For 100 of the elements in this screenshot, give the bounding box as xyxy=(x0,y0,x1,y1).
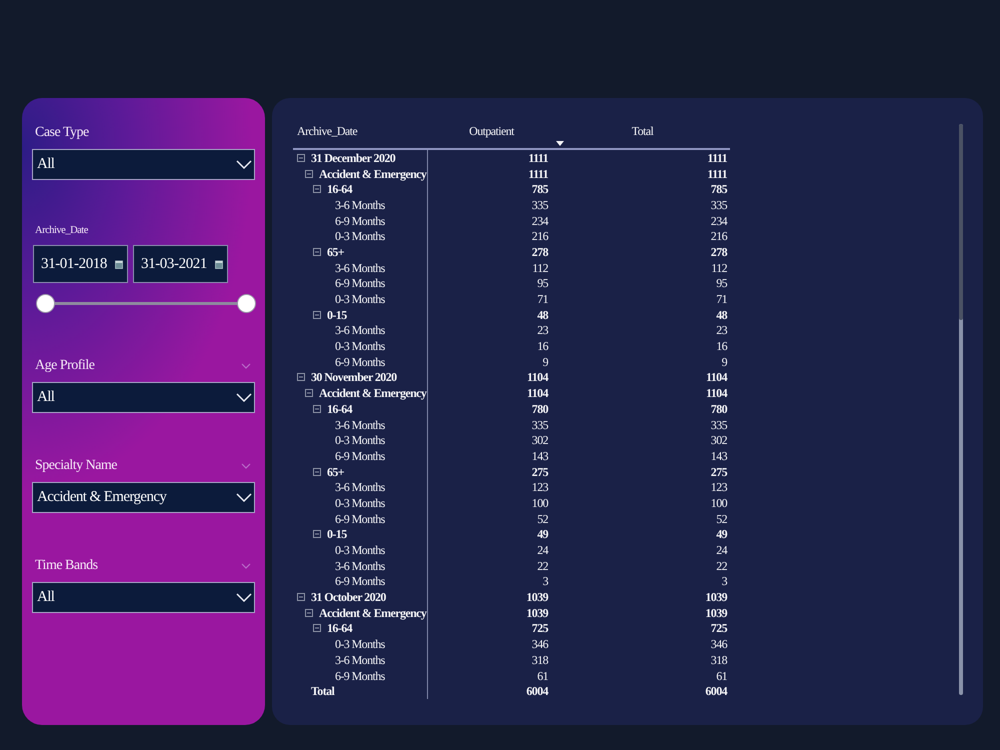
row-header: 30 November 2020 xyxy=(311,370,396,384)
table-cell: 1104 xyxy=(527,370,548,384)
collapse-icon[interactable] xyxy=(313,468,321,476)
table-cell: 785 xyxy=(710,182,727,196)
row-header: 6-9 Months xyxy=(335,448,385,463)
sort-descending-icon[interactable] xyxy=(556,141,564,146)
table-cell: 318 xyxy=(532,652,548,667)
table-cell: 725 xyxy=(710,621,727,636)
collapse-icon[interactable] xyxy=(305,170,313,178)
table-cell: 100 xyxy=(532,496,548,510)
total-label: Total xyxy=(311,684,334,698)
table-cell: 275 xyxy=(710,464,727,479)
table-cell: 234 xyxy=(710,214,727,228)
table-cell: 3 xyxy=(722,574,727,588)
chevron-down-icon xyxy=(236,493,252,502)
table-cell: 318 xyxy=(710,652,727,667)
table-cell: 22 xyxy=(537,558,548,573)
table-cell: 346 xyxy=(710,637,727,652)
row-header: 0-3 Months xyxy=(335,433,385,448)
table-cell: 780 xyxy=(710,402,727,416)
row-header: 16-64 xyxy=(327,182,352,196)
scrollbar-thumb[interactable] xyxy=(959,124,963,320)
collapse-icon[interactable] xyxy=(297,154,305,162)
calendar-icon[interactable] xyxy=(215,260,223,268)
table-cell: 61 xyxy=(537,668,548,683)
table-cell: 23 xyxy=(537,323,548,338)
table-cell: 16 xyxy=(537,339,548,354)
table-cell: 123 xyxy=(710,480,727,494)
collapse-icon[interactable] xyxy=(313,248,321,256)
column-header[interactable]: Total xyxy=(632,123,654,139)
total-cell: 6004 xyxy=(705,684,727,698)
row-header: 0-15 xyxy=(327,527,347,542)
select-dropdown[interactable]: All xyxy=(32,582,255,613)
row-header: 6-9 Months xyxy=(335,276,385,290)
slicer-label: Time Bands xyxy=(35,557,98,574)
calendar-icon[interactable] xyxy=(115,260,123,268)
collapse-icon[interactable] xyxy=(305,608,313,617)
row-header: 3-6 Months xyxy=(335,652,385,667)
table-cell: 24 xyxy=(716,543,727,558)
collapse-icon[interactable] xyxy=(313,624,321,632)
collapse-icon[interactable] xyxy=(297,373,305,382)
select-dropdown[interactable]: All xyxy=(32,382,255,413)
table-cell: 3 xyxy=(542,574,548,588)
row-header: 65+ xyxy=(327,244,344,259)
table-cell: 23 xyxy=(716,323,727,338)
select-dropdown[interactable]: All xyxy=(32,149,255,180)
table-cell: 1111 xyxy=(707,150,727,165)
table-cell: 48 xyxy=(537,308,548,322)
table-cell: 234 xyxy=(532,214,548,228)
row-header: 3-6 Months xyxy=(335,323,385,338)
collapse-icon[interactable] xyxy=(313,310,321,319)
row-header: Accident & Emergency xyxy=(319,606,426,620)
table-cell: 49 xyxy=(716,527,727,542)
table-cell: 278 xyxy=(532,244,548,259)
table-cell: 61 xyxy=(716,668,727,683)
column-header[interactable]: Outpatient xyxy=(469,123,514,139)
table-cell: 780 xyxy=(532,402,548,416)
select-dropdown[interactable]: Accident & Emergency xyxy=(32,482,255,513)
collapse-icon[interactable] xyxy=(297,593,305,602)
row-header: 3-6 Months xyxy=(335,558,385,573)
table-cell: 346 xyxy=(532,637,548,652)
row-header: 31 December 2020 xyxy=(311,150,396,165)
row-header: 6-9 Months xyxy=(335,214,385,228)
range-slider-track[interactable] xyxy=(36,294,256,313)
table-cell: 1039 xyxy=(705,590,727,604)
collapse-icon[interactable] xyxy=(313,185,321,194)
row-header: 0-3 Months xyxy=(335,292,385,306)
scrollbar[interactable] xyxy=(959,124,963,695)
collapse-icon[interactable] xyxy=(313,530,321,538)
total-cell: 6004 xyxy=(526,684,548,698)
table-cell: 112 xyxy=(711,260,727,275)
table-cell: 52 xyxy=(716,512,727,526)
table-cell: 16 xyxy=(716,339,727,354)
slicer-label: Age Profile xyxy=(35,357,94,374)
table-cell: 100 xyxy=(710,496,727,510)
table-cell: 335 xyxy=(710,418,727,432)
row-header: 16-64 xyxy=(327,402,352,416)
table-cell: 302 xyxy=(710,433,727,448)
slider-thumb[interactable] xyxy=(36,294,55,313)
collapse-icon[interactable] xyxy=(313,404,321,413)
row-header: 3-6 Months xyxy=(335,418,385,432)
table-cell: 1104 xyxy=(706,386,727,400)
date-field[interactable]: 31-03-2021 xyxy=(133,245,228,283)
table-cell: 275 xyxy=(532,464,548,479)
table-cell: 725 xyxy=(532,621,548,636)
table-cell: 785 xyxy=(532,182,548,196)
table-cell: 22 xyxy=(716,558,727,573)
row-header: 3-6 Months xyxy=(335,480,385,494)
slicer-label: Archive_Date xyxy=(34,224,88,238)
collapse-icon[interactable] xyxy=(305,389,313,398)
row-header: 0-3 Months xyxy=(335,229,385,244)
date-field[interactable]: 31-01-2018 xyxy=(33,245,128,283)
slider-thumb[interactable] xyxy=(237,294,256,313)
slicer-label: Specialty Name xyxy=(35,457,118,474)
table-cell: 24 xyxy=(537,543,548,558)
column-header[interactable]: Archive_Date xyxy=(297,123,358,139)
row-header: 0-3 Months xyxy=(335,339,385,354)
table-cell: 143 xyxy=(532,448,548,463)
row-header: 6-9 Months xyxy=(335,574,385,588)
table-cell: 1111 xyxy=(528,150,548,165)
